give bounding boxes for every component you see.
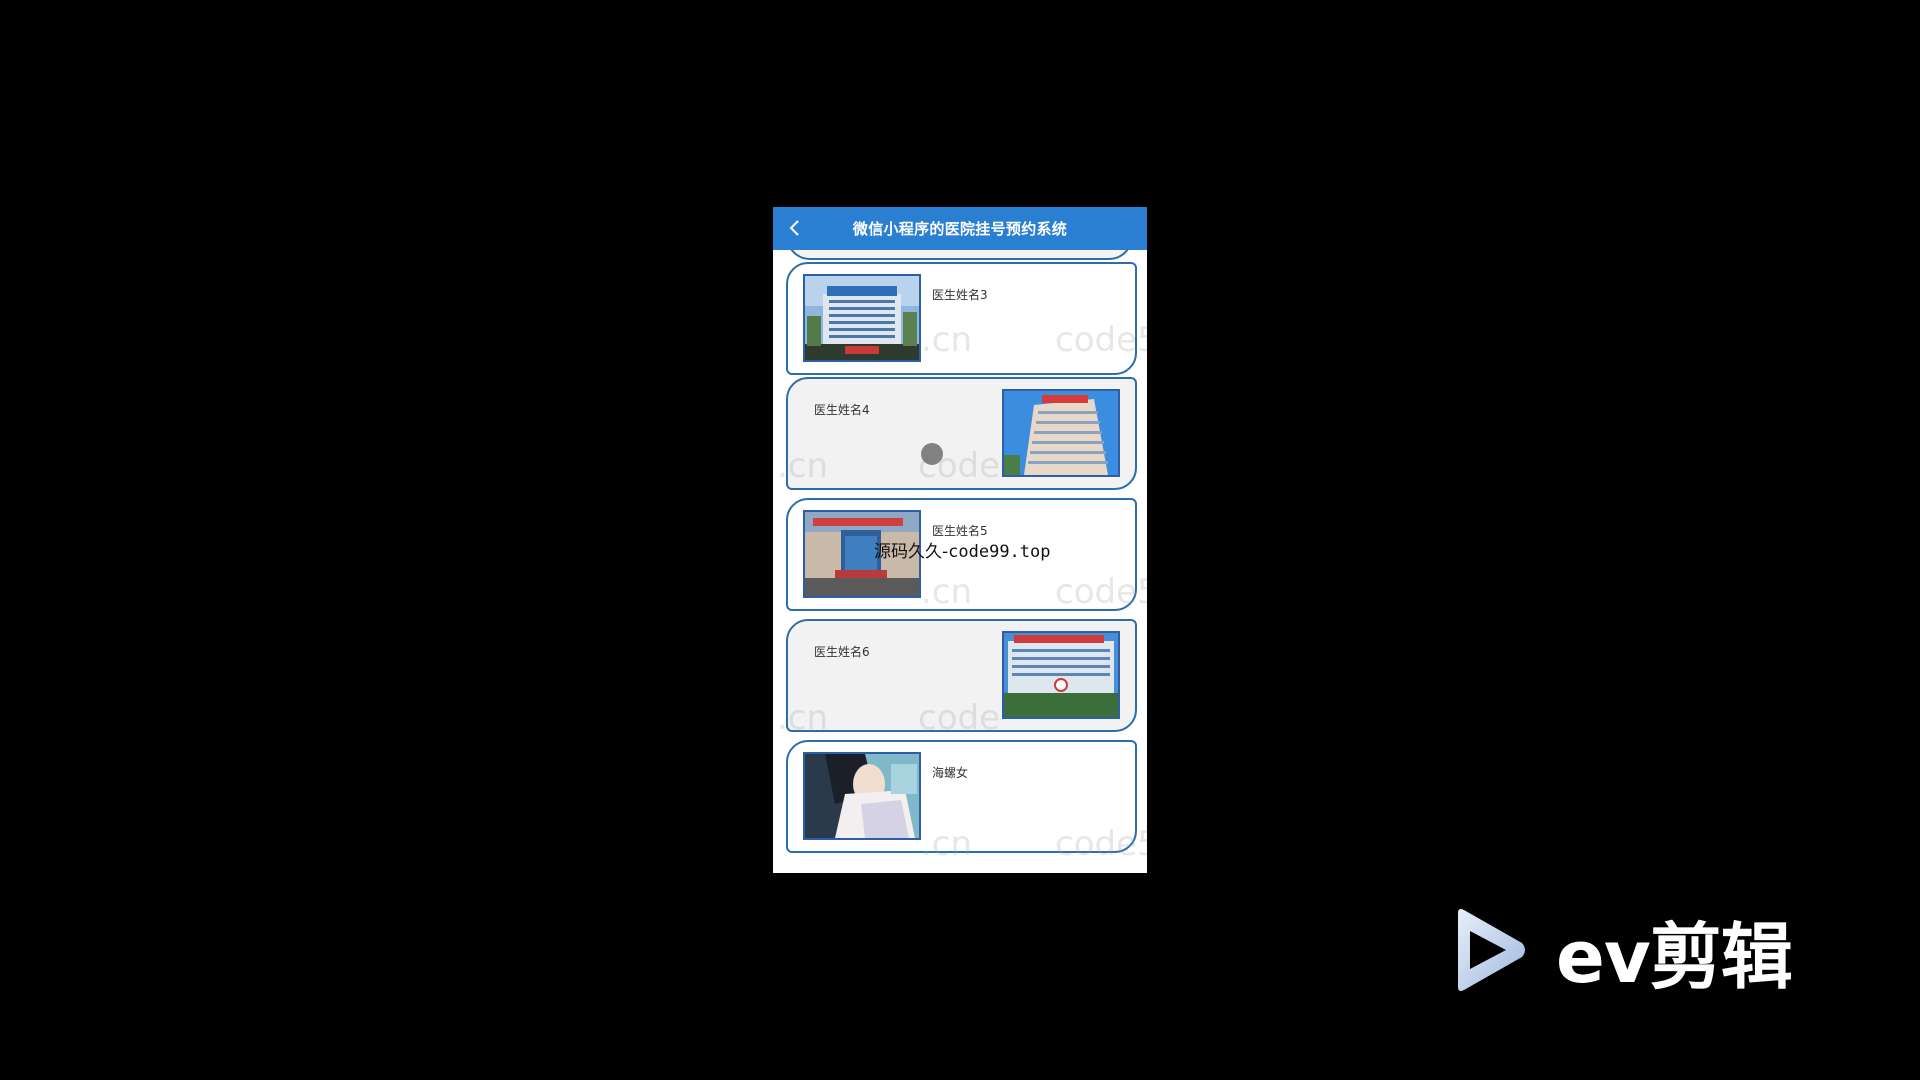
touch-indicator bbox=[921, 443, 943, 465]
list-item[interactable]: 医生姓名3 bbox=[786, 262, 1137, 375]
list-item[interactable]: 医生姓名6 bbox=[786, 619, 1137, 732]
ev-logo: ev剪辑 bbox=[1450, 905, 1820, 999]
back-button[interactable] bbox=[783, 216, 807, 240]
doctor-name: 海螺女 bbox=[932, 766, 969, 780]
page-title: 微信小程序的医院挂号预约系统 bbox=[852, 220, 1068, 238]
hospital-complex-photo bbox=[1002, 631, 1120, 719]
play-icon bbox=[1458, 909, 1525, 991]
anime-girl-photo bbox=[803, 752, 921, 840]
list-item-partial[interactable] bbox=[786, 250, 1133, 260]
logo-text: ev剪辑 bbox=[1556, 914, 1793, 999]
list-item[interactable]: 医生姓名4 bbox=[786, 377, 1137, 490]
phone-screen: 微信小程序的医院挂号预约系统 医生姓名3 医生姓名4 医生姓名5 医生姓名6 海… bbox=[773, 207, 1147, 873]
navigation-bar: 微信小程序的医院挂号预约系统 bbox=[773, 207, 1147, 250]
chevron-left-icon bbox=[789, 220, 799, 236]
source-overlay: 源码久久-code99.top bbox=[874, 537, 1051, 562]
doctor-name: 医生姓名3 bbox=[932, 288, 988, 302]
doctor-name: 医生姓名6 bbox=[814, 645, 870, 659]
doctor-name: 医生姓名4 bbox=[814, 403, 870, 417]
overlay-site: code99.top bbox=[948, 542, 1051, 562]
list-item[interactable]: 海螺女 bbox=[786, 740, 1137, 853]
video-frame: 微信小程序的医院挂号预约系统 医生姓名3 医生姓名4 医生姓名5 医生姓名6 海… bbox=[0, 0, 1920, 1080]
overlay-prefix: 源码久久- bbox=[874, 542, 949, 562]
hospital-building-photo bbox=[803, 274, 921, 362]
hospital-tower-photo bbox=[1002, 389, 1120, 477]
